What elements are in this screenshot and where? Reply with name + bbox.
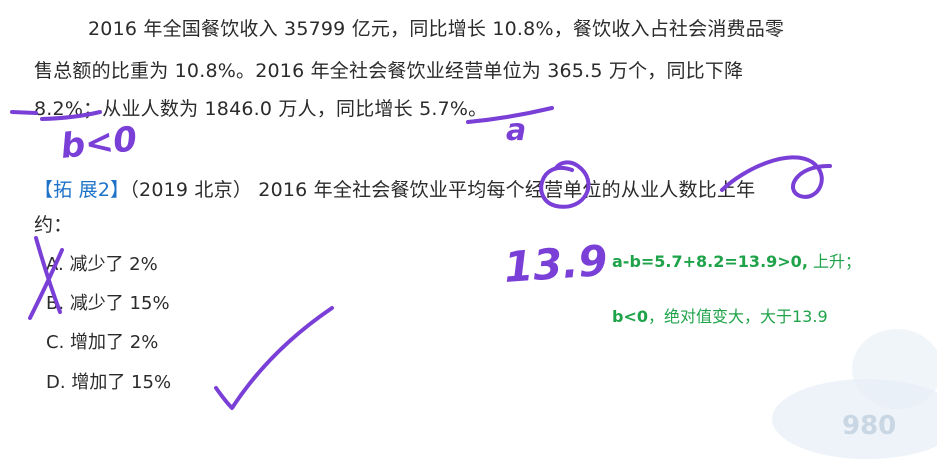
underline-8-2 — [40, 110, 102, 121]
hand-value-13-9: 13.9 — [502, 236, 609, 292]
hand-a-label: a — [506, 113, 526, 148]
checkmark — [214, 306, 334, 410]
circle-average — [539, 160, 591, 209]
handwriting-layer: b<0 a 13.9 — [10, 106, 832, 410]
hand-b-label: b<0 — [59, 119, 139, 167]
minus-stroke — [10, 110, 38, 115]
loop-mark — [720, 155, 832, 199]
